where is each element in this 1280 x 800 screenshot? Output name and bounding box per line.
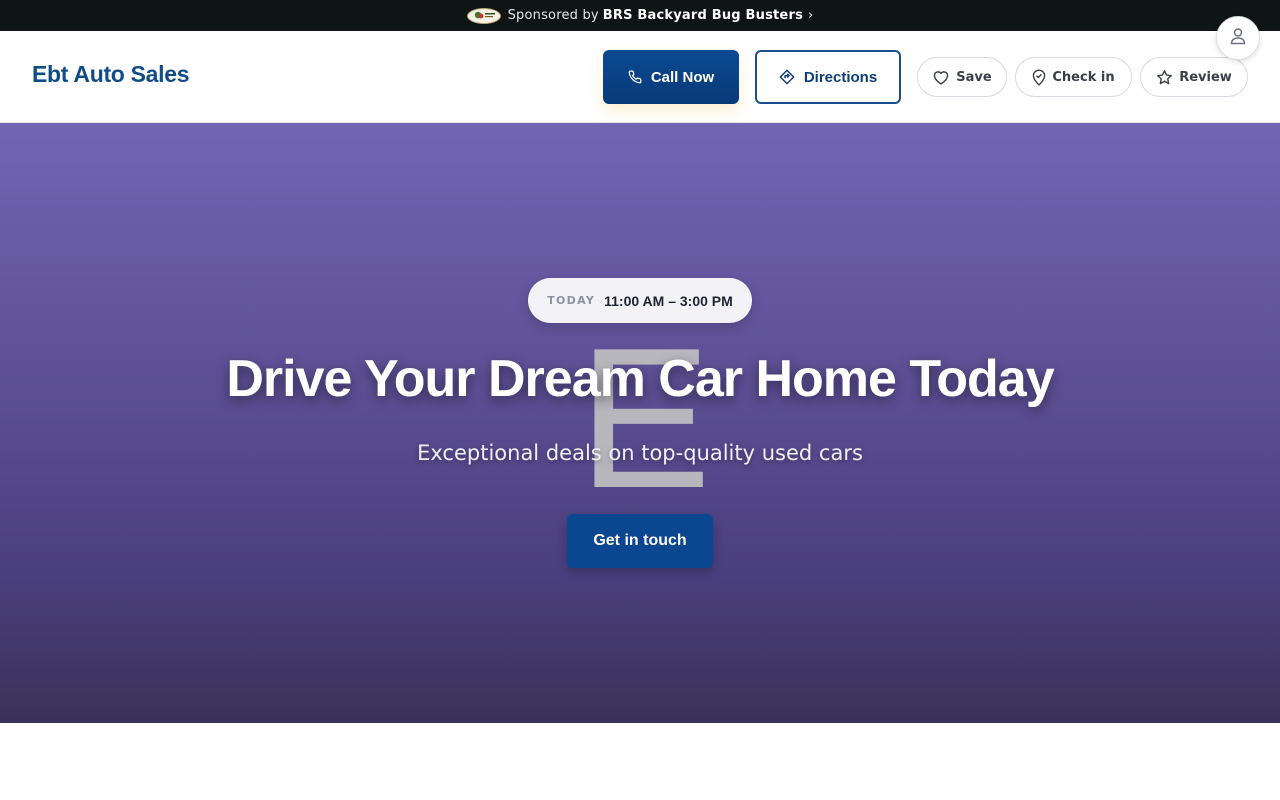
hero-subtitle: Exceptional deals on top-quality used ca… (417, 441, 863, 465)
hero-section: E TODAY 11:00 AM – 3:00 PM Drive Your Dr… (0, 123, 1280, 723)
directions-button[interactable]: Directions (755, 50, 901, 104)
review-button[interactable]: Review (1140, 57, 1248, 97)
star-icon (1156, 69, 1173, 86)
hours-badge: TODAY 11:00 AM – 3:00 PM (528, 278, 752, 323)
directions-label: Directions (803, 68, 878, 86)
chevron-right-icon: › (808, 8, 814, 23)
user-account-button[interactable] (1216, 16, 1260, 60)
hours-value: 11:00 AM – 3:00 PM (604, 292, 733, 309)
get-in-touch-button[interactable]: Get in touch (567, 514, 713, 568)
hero-title: Drive Your Dream Car Home Today (226, 350, 1054, 408)
check-in-label: Check in (1052, 69, 1115, 85)
directions-icon (779, 69, 795, 85)
site-header: Ebt Auto Sales Call Now Directions Save (0, 31, 1280, 123)
check-in-button[interactable]: Check in (1015, 57, 1132, 97)
sponsor-link[interactable]: BRS Backyard Bug Busters (603, 8, 803, 23)
sponsor-prefix: Sponsored by (507, 8, 599, 23)
call-now-label: Call Now (650, 68, 715, 86)
sponsor-bar[interactable]: Sponsored by BRS Backyard Bug Busters › (0, 0, 1280, 31)
user-icon (1230, 27, 1246, 49)
brand-name[interactable]: Ebt Auto Sales (32, 61, 190, 88)
review-label: Review (1179, 69, 1232, 85)
call-now-button[interactable]: Call Now (603, 50, 739, 104)
sponsor-logo-icon (466, 7, 501, 24)
phone-icon (628, 70, 642, 84)
hours-day-label: TODAY (547, 294, 596, 307)
map-pin-icon (1032, 69, 1046, 86)
save-button[interactable]: Save (917, 57, 1007, 97)
save-label: Save (956, 69, 992, 85)
heart-icon (932, 69, 950, 85)
